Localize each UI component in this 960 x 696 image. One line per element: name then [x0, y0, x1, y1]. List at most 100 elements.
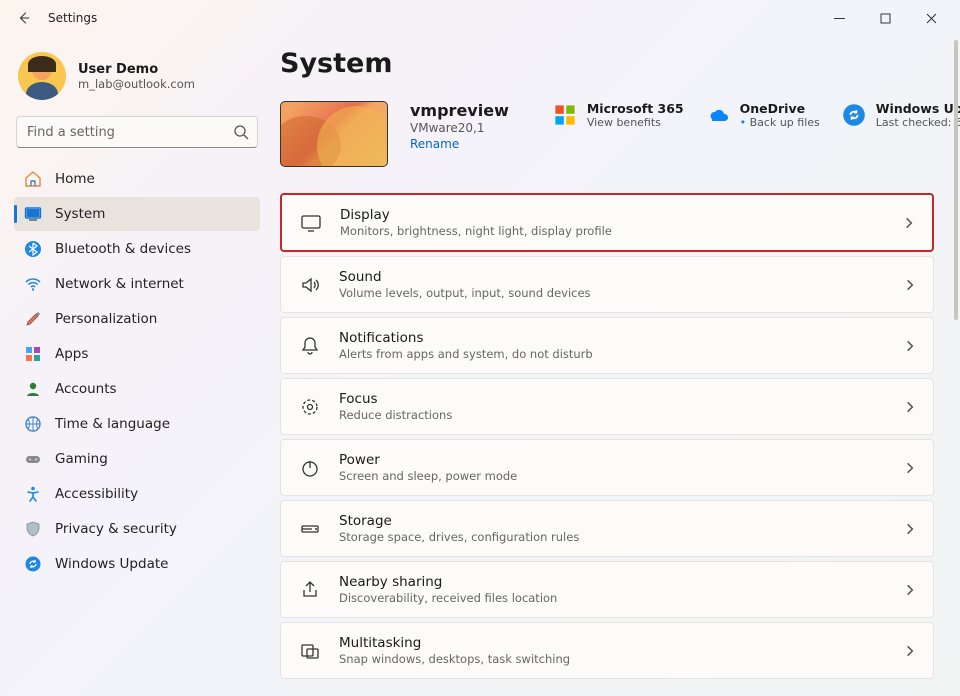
sound-icon	[299, 274, 321, 296]
nav-item-bluetooth[interactable]: Bluetooth & devices	[14, 232, 260, 266]
bluetooth-icon	[24, 240, 42, 258]
card-title: Nearby sharing	[339, 574, 885, 590]
wifi-icon	[24, 275, 42, 293]
card-sub: Discoverability, received files location	[339, 591, 885, 605]
nav-label: Network & internet	[55, 276, 184, 292]
card-sub: Reduce distractions	[339, 408, 885, 422]
card-focus[interactable]: Focus Reduce distractions	[280, 378, 934, 435]
service-title: Microsoft 365	[587, 101, 684, 116]
clock-globe-icon	[24, 415, 42, 433]
nav-item-privacy[interactable]: Privacy & security	[14, 512, 260, 546]
service-update[interactable]: Windows Update Last checked: 6 hours ago	[842, 101, 960, 129]
shield-icon	[24, 520, 42, 538]
chevron-right-icon	[903, 522, 917, 536]
window-title: Settings	[48, 11, 97, 25]
card-sub: Alerts from apps and system, do not dist…	[339, 347, 885, 361]
card-display[interactable]: Display Monitors, brightness, night ligh…	[280, 193, 934, 252]
card-sub: Monitors, brightness, night light, displ…	[340, 224, 884, 238]
minimize-icon	[834, 13, 845, 24]
nav-item-system[interactable]: System	[14, 197, 260, 231]
card-title: Sound	[339, 269, 885, 285]
service-sub: View benefits	[587, 116, 684, 129]
chevron-right-icon	[902, 216, 916, 230]
nav-item-personalization[interactable]: Personalization	[14, 302, 260, 336]
pc-info: vmpreview VMware20,1 Rename	[410, 101, 509, 151]
nav-item-apps[interactable]: Apps	[14, 337, 260, 371]
chevron-right-icon	[903, 339, 917, 353]
nav-item-time[interactable]: Time & language	[14, 407, 260, 441]
nav-item-accounts[interactable]: Accounts	[14, 372, 260, 406]
card-sub: Snap windows, desktops, task switching	[339, 652, 885, 666]
nav-label: Gaming	[55, 451, 108, 467]
update-icon	[24, 555, 42, 573]
service-onedrive[interactable]: OneDrive Back up files	[706, 101, 820, 129]
bell-icon	[299, 335, 321, 357]
person-icon	[24, 380, 42, 398]
home-icon	[24, 170, 42, 188]
chevron-right-icon	[903, 400, 917, 414]
sidebar: User Demo m_lab@outlook.com Home System …	[0, 36, 268, 696]
service-title: OneDrive	[740, 101, 820, 116]
chevron-right-icon	[903, 461, 917, 475]
multitasking-icon	[299, 640, 321, 662]
windows-update-icon	[842, 103, 866, 127]
focus-icon	[299, 396, 321, 418]
microsoft365-icon	[553, 103, 577, 127]
chevron-right-icon	[903, 644, 917, 658]
search-input[interactable]	[27, 125, 233, 140]
nav-label: Time & language	[55, 416, 170, 432]
desktop-thumbnail[interactable]	[280, 101, 388, 167]
service-sub: Back up files	[740, 116, 820, 129]
nav-label: Windows Update	[55, 556, 168, 572]
share-icon	[299, 579, 321, 601]
card-multitasking[interactable]: Multitasking Snap windows, desktops, tas…	[280, 622, 934, 679]
service-sub: Last checked: 6 hours ago	[876, 116, 960, 129]
card-sub: Screen and sleep, power mode	[339, 469, 885, 483]
search-box[interactable]	[16, 116, 258, 148]
nav-label: Privacy & security	[55, 521, 177, 537]
nav-label: Home	[55, 171, 95, 187]
card-sub: Storage space, drives, configuration rul…	[339, 530, 885, 544]
nav-item-home[interactable]: Home	[14, 162, 260, 196]
onedrive-icon	[706, 103, 730, 127]
user-name: User Demo	[78, 62, 195, 77]
system-info-row: vmpreview VMware20,1 Rename Microsoft 36…	[280, 101, 934, 167]
card-power[interactable]: Power Screen and sleep, power mode	[280, 439, 934, 496]
back-button[interactable]	[14, 8, 34, 28]
rename-link[interactable]: Rename	[410, 137, 509, 151]
card-sub: Volume levels, output, input, sound devi…	[339, 286, 885, 300]
card-title: Notifications	[339, 330, 885, 346]
nav-item-update[interactable]: Windows Update	[14, 547, 260, 581]
nav-item-network[interactable]: Network & internet	[14, 267, 260, 301]
card-nearby[interactable]: Nearby sharing Discoverability, received…	[280, 561, 934, 618]
card-sound[interactable]: Sound Volume levels, output, input, soun…	[280, 256, 934, 313]
scrollbar[interactable]	[954, 40, 958, 320]
card-title: Multitasking	[339, 635, 885, 651]
close-button[interactable]	[908, 3, 954, 33]
minimize-button[interactable]	[816, 3, 862, 33]
maximize-icon	[880, 13, 891, 24]
nav-label: Bluetooth & devices	[55, 241, 191, 257]
card-storage[interactable]: Storage Storage space, drives, configura…	[280, 500, 934, 557]
main-content: System vmpreview VMware20,1 Rename Micro…	[268, 36, 960, 696]
nav-item-accessibility[interactable]: Accessibility	[14, 477, 260, 511]
storage-icon	[299, 518, 321, 540]
card-notifications[interactable]: Notifications Alerts from apps and syste…	[280, 317, 934, 374]
accessibility-icon	[24, 485, 42, 503]
settings-cards: Display Monitors, brightness, night ligh…	[280, 193, 934, 679]
gamepad-icon	[24, 450, 42, 468]
nav-list: Home System Bluetooth & devices Network …	[14, 162, 260, 581]
maximize-button[interactable]	[862, 3, 908, 33]
chevron-right-icon	[903, 278, 917, 292]
nav-label: Personalization	[55, 311, 157, 327]
chevron-right-icon	[903, 583, 917, 597]
service-m365[interactable]: Microsoft 365 View benefits	[553, 101, 684, 129]
nav-item-gaming[interactable]: Gaming	[14, 442, 260, 476]
card-title: Storage	[339, 513, 885, 529]
paintbrush-icon	[24, 310, 42, 328]
search-icon	[233, 124, 249, 140]
nav-label: Accounts	[55, 381, 117, 397]
card-title: Display	[340, 207, 884, 223]
card-title: Focus	[339, 391, 885, 407]
profile-block[interactable]: User Demo m_lab@outlook.com	[14, 48, 260, 114]
